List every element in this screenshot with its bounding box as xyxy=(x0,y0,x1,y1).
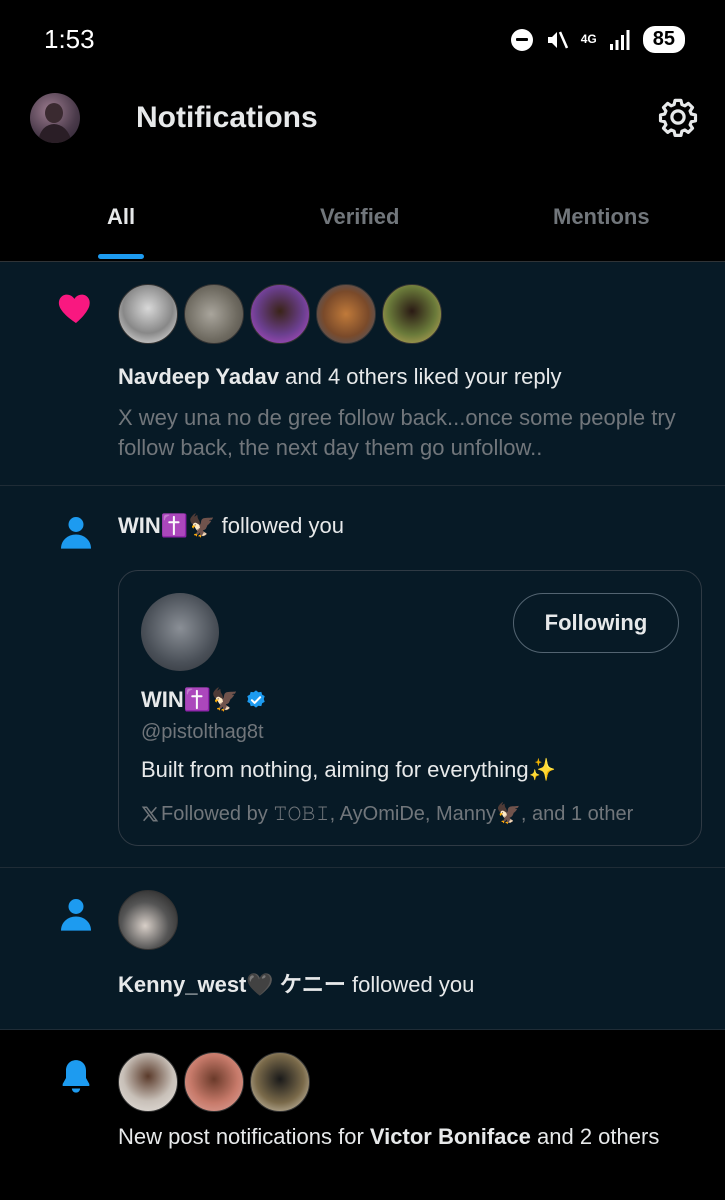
notification-new-posts[interactable]: New post notifications for Victor Bonifa… xyxy=(0,1030,725,1200)
notification-tabs: All Verified Mentions xyxy=(0,170,725,262)
person-icon xyxy=(61,517,91,549)
followed-by-text: Followed by 𝚃𝙾𝙱𝙸, AyOmiDe, Manny🦅, and 1… xyxy=(161,803,634,825)
liker-avatars xyxy=(118,284,442,344)
bell-icon xyxy=(62,1060,90,1093)
avatar[interactable] xyxy=(382,284,442,344)
followed-by-row: Followed by 𝚃𝙾𝙱𝙸, AyOmiDe, Manny🦅, and 1… xyxy=(141,801,633,826)
notification-text: New post notifications for Victor Bonifa… xyxy=(118,1122,685,1152)
tab-mentions[interactable]: Mentions xyxy=(553,204,650,230)
x-logo-icon xyxy=(141,806,159,821)
verified-badge-icon xyxy=(246,690,265,708)
notification-text: Kenny_west🖤 ケニー followed you xyxy=(118,970,685,1000)
avatar[interactable] xyxy=(250,1052,310,1112)
user-card-name[interactable]: WIN✝️🦅 xyxy=(141,687,239,713)
notification-follow[interactable]: Kenny_west🖤 ケニー followed you xyxy=(0,868,725,1030)
user-card-name-row: WIN✝️🦅 xyxy=(141,687,267,713)
notification-like[interactable]: Navdeep Yadav and 4 others liked your re… xyxy=(0,262,725,486)
profile-avatar[interactable] xyxy=(30,93,80,143)
avatar[interactable] xyxy=(118,1052,178,1112)
user-card-avatar[interactable] xyxy=(141,593,219,671)
notification-action: and 4 others liked your reply xyxy=(279,364,562,389)
notification-action: followed you xyxy=(345,972,475,997)
tab-verified[interactable]: Verified xyxy=(320,204,399,230)
avatar[interactable] xyxy=(118,284,178,344)
actor-name[interactable]: WIN✝️🦅 xyxy=(118,513,216,538)
account-avatars xyxy=(118,1052,310,1112)
actor-name[interactable]: Victor Boniface xyxy=(370,1124,531,1149)
person-icon xyxy=(61,899,91,931)
page-title: Notifications xyxy=(136,101,318,134)
user-card-handle: @pistolthag8t xyxy=(141,721,264,743)
following-button[interactable]: Following xyxy=(513,593,679,653)
notification-action: followed you xyxy=(215,513,344,538)
status-time: 1:53 xyxy=(44,24,95,54)
notification-follow[interactable]: WIN✝️🦅 followed you Following WIN✝️🦅 @pi… xyxy=(0,486,725,868)
notification-action: and 2 others xyxy=(530,1124,660,1149)
do-not-disturb-icon xyxy=(510,28,533,51)
avatar[interactable] xyxy=(184,1052,244,1112)
reply-snippet: X wey una no de gree follow back...once … xyxy=(118,405,676,460)
active-tab-indicator xyxy=(98,254,144,259)
battery-level: 85 xyxy=(642,26,685,53)
profile-avatar-image xyxy=(38,103,72,143)
heart-icon xyxy=(58,294,90,323)
notification-text: Navdeep Yadav and 4 others liked your re… xyxy=(118,362,685,392)
avatar[interactable] xyxy=(118,890,178,950)
header: Notifications xyxy=(0,80,725,170)
user-card-bio: Built from nothing, aiming for everythin… xyxy=(141,757,557,782)
follower-avatars xyxy=(118,890,178,950)
user-card[interactable]: Following WIN✝️🦅 @pistolthag8t Built fro… xyxy=(118,570,702,846)
actor-name[interactable]: Navdeep Yadav xyxy=(118,364,279,389)
notification-prefix: New post notifications for xyxy=(118,1124,370,1149)
actor-name[interactable]: Kenny_west🖤 ケニー xyxy=(118,972,346,997)
network-type-label: 4G xyxy=(580,32,597,46)
avatar[interactable] xyxy=(316,284,376,344)
signal-icon xyxy=(609,29,630,50)
muted-icon xyxy=(547,30,568,49)
tab-all[interactable]: All xyxy=(107,204,135,230)
status-icons: 4G 85 xyxy=(510,26,685,53)
status-bar: 1:53 4G 85 xyxy=(0,0,725,80)
avatar[interactable] xyxy=(184,284,244,344)
avatar[interactable] xyxy=(250,284,310,344)
settings-gear-icon[interactable] xyxy=(657,96,699,138)
notification-text: WIN✝️🦅 followed you xyxy=(118,511,685,541)
